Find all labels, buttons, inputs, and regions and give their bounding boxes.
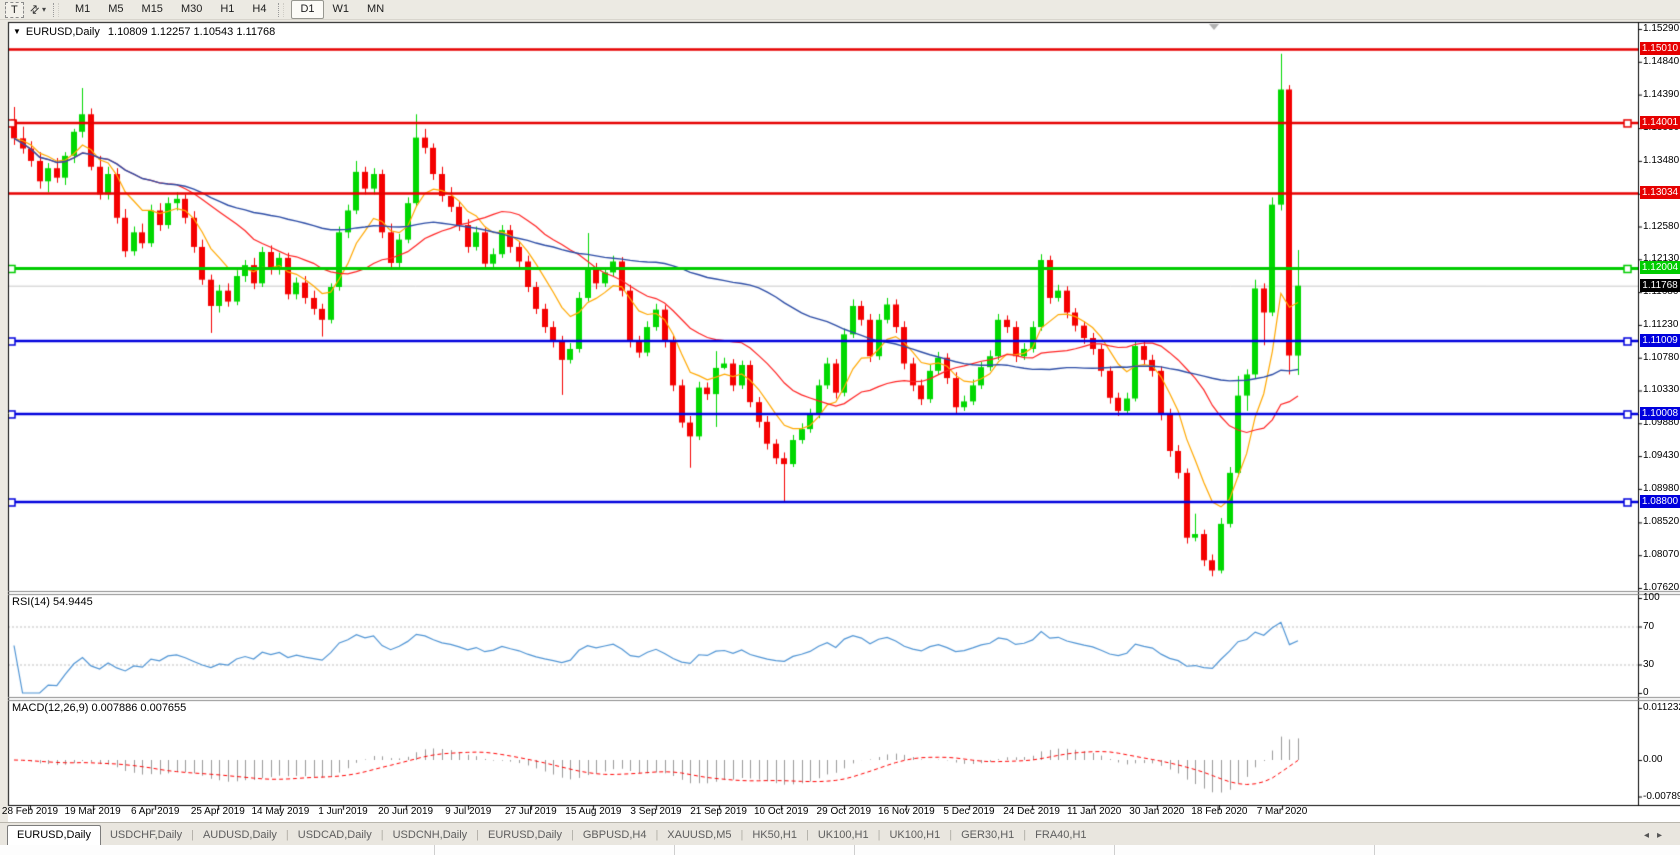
timeframe-h4[interactable]: H4 bbox=[243, 0, 275, 19]
timeframe-d1[interactable]: D1 bbox=[291, 0, 323, 19]
tab-ger30-h1[interactable]: GER30,H1 bbox=[952, 826, 1023, 845]
cycle-arrows-icon: ⇄ bbox=[26, 2, 42, 18]
chevron-down-icon: ▾ bbox=[42, 5, 46, 14]
timeframe-m1[interactable]: M1 bbox=[66, 0, 99, 19]
chart-tabbar: EURUSD,DailyUSDCHF,Daily|AUDUSD,Daily|US… bbox=[0, 822, 1680, 845]
status-separator bbox=[1374, 845, 1375, 855]
status-separator bbox=[854, 845, 855, 855]
tab-prev-icon[interactable]: ◂ bbox=[1644, 830, 1657, 841]
timeframe-m5[interactable]: M5 bbox=[99, 0, 132, 19]
chart-tabs: EURUSD,DailyUSDCHF,Daily|AUDUSD,Daily|US… bbox=[0, 825, 1096, 845]
timeframe-buttons: M1M5M15M30H1H4 D1W1MN bbox=[66, 0, 393, 19]
tab-usdcnh-daily[interactable]: USDCNH,Daily bbox=[384, 826, 477, 845]
cycle-symbols-button[interactable]: ⇄ ▾ bbox=[30, 3, 46, 16]
toolbar: T ⇄ ▾ M1M5M15M30H1H4 D1W1MN bbox=[0, 0, 1680, 20]
toolbar-grip bbox=[53, 3, 59, 17]
tab-fra40-h1[interactable]: FRA40,H1 bbox=[1026, 826, 1095, 845]
tab-uk100-h1[interactable]: UK100,H1 bbox=[880, 826, 949, 845]
tab-uk100-h1[interactable]: UK100,H1 bbox=[809, 826, 878, 845]
tab-audusd-daily[interactable]: AUDUSD,Daily bbox=[194, 826, 286, 845]
tab-eurusd-daily[interactable]: EURUSD,Daily bbox=[7, 825, 101, 846]
timeframe-m30[interactable]: M30 bbox=[172, 0, 211, 19]
tab-gbpusd-h4[interactable]: GBPUSD,H4 bbox=[574, 826, 656, 845]
tab-eurusd-daily[interactable]: EURUSD,Daily bbox=[479, 826, 571, 845]
timeframe-h1[interactable]: H1 bbox=[211, 0, 243, 19]
tab-xauusd-m5[interactable]: XAUUSD,M5 bbox=[658, 826, 740, 845]
timeframe-mn[interactable]: MN bbox=[358, 0, 393, 19]
timeframe-w1[interactable]: W1 bbox=[324, 0, 359, 19]
toolbar-grip bbox=[278, 3, 284, 17]
status-separator bbox=[434, 845, 435, 855]
tab-hk50-h1[interactable]: HK50,H1 bbox=[743, 826, 806, 845]
tab-scroll-buttons: ◂▸ bbox=[1644, 830, 1670, 845]
timeframe-m15[interactable]: M15 bbox=[133, 0, 172, 19]
tab-usdchf-daily[interactable]: USDCHF,Daily bbox=[101, 826, 191, 845]
status-separator bbox=[674, 845, 675, 855]
status-separator bbox=[1114, 845, 1115, 855]
tab-next-icon[interactable]: ▸ bbox=[1657, 830, 1670, 841]
text-tool-icon[interactable]: T bbox=[5, 2, 24, 18]
status-bar bbox=[0, 845, 1680, 855]
price-chart-canvas[interactable] bbox=[0, 0, 1680, 855]
tab-usdcad-daily[interactable]: USDCAD,Daily bbox=[289, 826, 381, 845]
